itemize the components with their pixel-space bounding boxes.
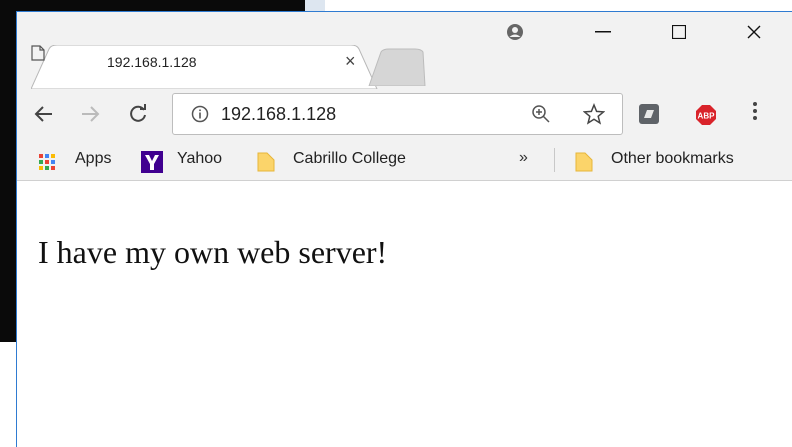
page-icon bbox=[31, 45, 45, 61]
title-bar: 192.168.1.128 × bbox=[17, 12, 792, 89]
page-content: I have my own web server! bbox=[17, 181, 792, 447]
bookmark-cabrillo-college[interactable]: Cabrillo College bbox=[293, 150, 406, 168]
adblock-plus-icon[interactable]: ABP bbox=[695, 104, 717, 126]
bookmarks-separator bbox=[554, 148, 555, 172]
page-heading-text: I have my own web server! bbox=[38, 234, 388, 270]
tab-close-button[interactable]: × bbox=[345, 51, 356, 72]
address-bar[interactable]: 192.168.1.128 bbox=[172, 93, 623, 135]
folder-icon bbox=[257, 152, 275, 172]
tab-title: 192.168.1.128 bbox=[107, 54, 197, 70]
info-icon[interactable] bbox=[191, 105, 209, 123]
tab-active[interactable]: 192.168.1.128 × bbox=[31, 45, 378, 89]
new-tab-button[interactable] bbox=[367, 48, 427, 86]
menu-dots-icon[interactable] bbox=[752, 100, 758, 122]
maximize-button[interactable] bbox=[649, 12, 709, 52]
tab-shape bbox=[31, 45, 378, 89]
zoom-icon[interactable] bbox=[531, 104, 551, 124]
yahoo-icon bbox=[141, 151, 163, 173]
browser-window: 192.168.1.128 × 192.168.1.128 ABP Apps Y… bbox=[16, 11, 792, 447]
close-window-button[interactable] bbox=[724, 12, 784, 52]
url-text[interactable]: 192.168.1.128 bbox=[221, 104, 336, 125]
minimize-button[interactable] bbox=[573, 12, 633, 52]
other-bookmarks[interactable]: Other bookmarks bbox=[611, 150, 734, 168]
reload-icon[interactable] bbox=[125, 101, 151, 127]
bookmark-apps[interactable]: Apps bbox=[75, 150, 111, 168]
bookmarks-overflow-chevron[interactable]: » bbox=[519, 149, 528, 167]
profile-icon[interactable] bbox=[485, 12, 545, 52]
back-arrow-icon[interactable] bbox=[31, 101, 57, 127]
bookmark-star-icon[interactable] bbox=[583, 103, 605, 125]
bookmarks-bar: Apps Yahoo Cabrillo College » Other book… bbox=[17, 140, 792, 181]
bookmark-yahoo[interactable]: Yahoo bbox=[177, 150, 222, 168]
toolbar: 192.168.1.128 ABP bbox=[17, 89, 792, 140]
apps-grid-icon bbox=[39, 154, 55, 170]
forward-arrow-icon[interactable] bbox=[77, 101, 103, 127]
adblock-label: ABP bbox=[698, 112, 716, 121]
extension-icon[interactable] bbox=[638, 103, 660, 125]
folder-icon bbox=[575, 152, 593, 172]
